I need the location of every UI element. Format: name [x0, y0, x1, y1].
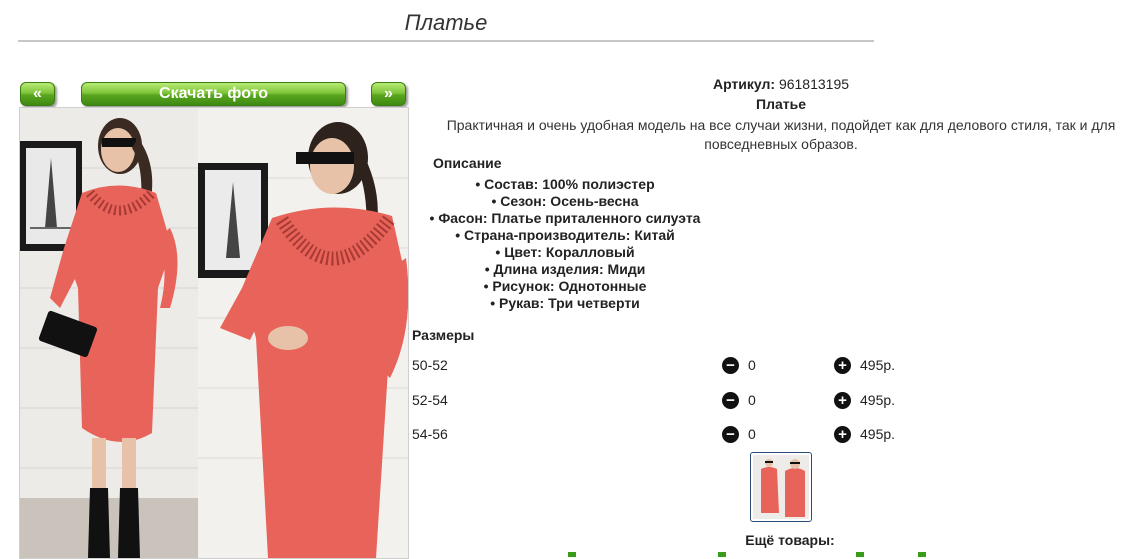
product-name: Платье [756, 96, 806, 112]
price-value: 495р. [860, 426, 896, 442]
page-title: Платье [18, 10, 874, 42]
attribute-item: Цвет: Коралловый [410, 244, 720, 261]
minus-circle-icon[interactable]: − [722, 392, 739, 409]
more-goods-marker [568, 552, 576, 557]
size-row: 50-52 − 0 + 495р. [412, 357, 972, 377]
prev-photo-button[interactable]: « [20, 82, 55, 106]
article-value: 961813195 [778, 76, 850, 92]
attribute-item: Рукав: Три четверти [410, 295, 720, 312]
product-thumbnail[interactable] [750, 452, 812, 522]
plus-circle-icon[interactable]: + [834, 392, 851, 409]
plus-circle-icon[interactable]: + [834, 357, 851, 374]
size-label: 52-54 [412, 392, 448, 408]
price-value: 495р. [860, 392, 896, 408]
more-goods-marker [918, 552, 926, 557]
minus-circle-icon[interactable]: − [722, 426, 739, 443]
description-heading: Описание [433, 155, 502, 171]
size-row: 54-56 − 0 + 495р. [412, 426, 972, 446]
attribute-item: Состав: 100% полиэстер [410, 176, 720, 193]
size-label: 54-56 [412, 426, 448, 442]
attribute-item: Длина изделия: Миди [410, 261, 720, 278]
price-value: 495р. [860, 357, 896, 373]
attribute-item: Рисунок: Однотонные [410, 278, 720, 295]
attribute-item: Страна-производитель: Китай [410, 227, 720, 244]
more-goods-marker [856, 552, 864, 557]
plus-circle-icon[interactable]: + [834, 426, 851, 443]
more-goods-heading: Ещё товары: [745, 532, 835, 548]
quantity-value: 0 [748, 357, 756, 373]
attribute-item: Фасон: Платье приталенного силуэта [410, 210, 720, 227]
attribute-item: Сезон: Осень-весна [410, 193, 720, 210]
sizes-heading: Размеры [412, 327, 475, 343]
size-row: 52-54 − 0 + 495р. [412, 392, 972, 412]
download-photo-button[interactable]: Скачать фото [81, 82, 346, 106]
quantity-value: 0 [748, 392, 756, 408]
article-label: Артикул: [712, 76, 776, 92]
attribute-list: Состав: 100% полиэстер Сезон: Осень-весн… [410, 176, 720, 312]
quantity-value: 0 [748, 426, 756, 442]
more-goods-marker [718, 552, 726, 557]
product-description: Практичная и очень удобная модель на все… [446, 117, 1116, 152]
minus-circle-icon[interactable]: − [722, 357, 739, 374]
next-photo-button[interactable]: » [371, 82, 406, 106]
size-label: 50-52 [412, 357, 448, 373]
article-line: Артикул: 961813195 [410, 76, 1133, 92]
product-photo [19, 107, 409, 559]
